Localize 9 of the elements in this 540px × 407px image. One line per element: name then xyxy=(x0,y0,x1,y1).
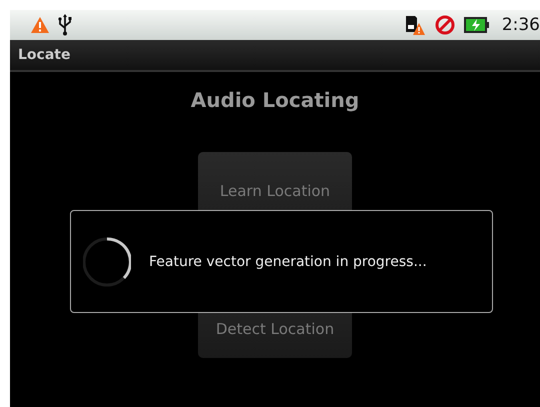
battery-charging-icon xyxy=(464,17,490,33)
sd-card-warning-icon xyxy=(404,14,426,36)
warning-icon xyxy=(30,16,50,34)
page-heading: Audio Locating xyxy=(190,88,360,112)
clock-time: 2:36 xyxy=(502,15,540,35)
progress-message: Feature vector generation in progress... xyxy=(149,254,427,270)
usb-icon xyxy=(58,14,72,36)
no-signal-icon xyxy=(434,14,456,36)
app-title: Locate xyxy=(18,47,70,63)
